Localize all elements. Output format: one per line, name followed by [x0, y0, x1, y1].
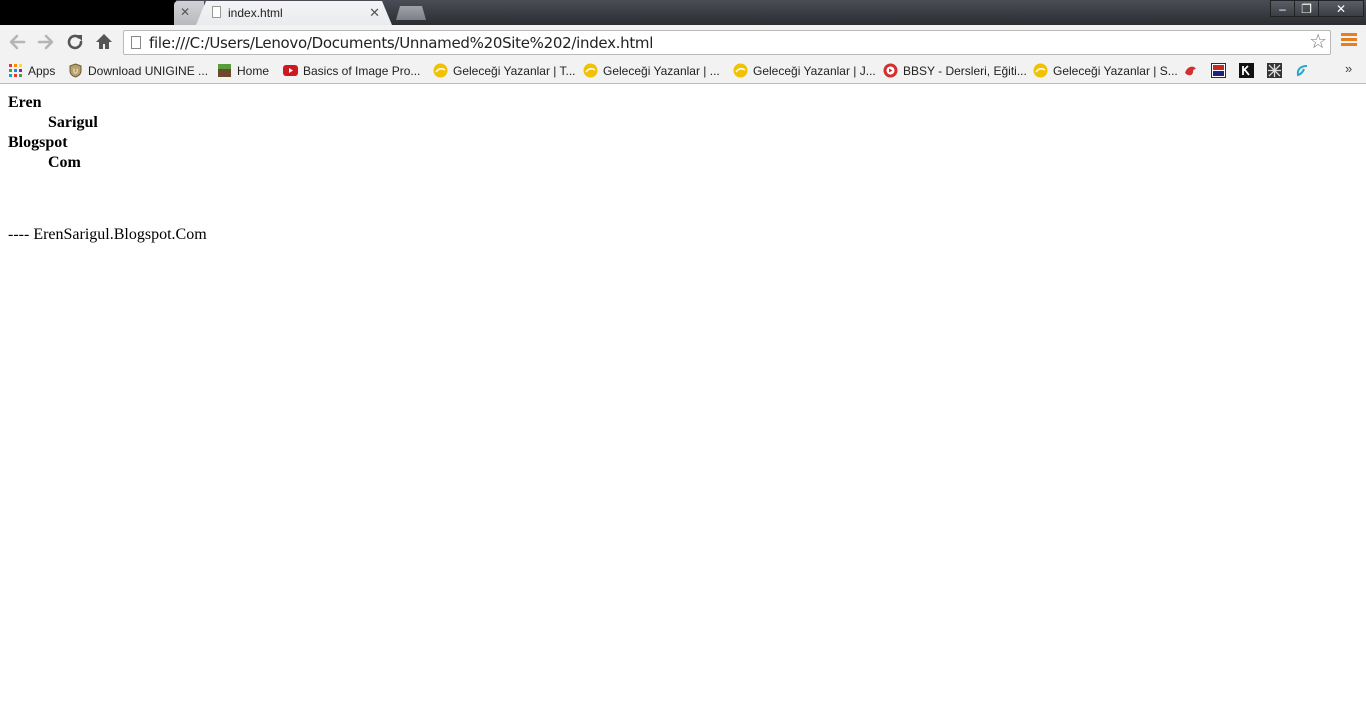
- youtube-icon: [283, 65, 298, 76]
- bookmark-unigine[interactable]: U Download UNIGINE ...: [68, 62, 210, 80]
- bookmark-icon-only-5[interactable]: [1295, 62, 1311, 80]
- tab-active[interactable]: index.html ✕: [196, 1, 392, 25]
- bookmark-label: Geleceği Yazanlar | T...: [453, 64, 576, 78]
- text-line-com: Com: [48, 154, 81, 171]
- page-icon: [131, 36, 141, 49]
- bookmark-label: Home: [237, 64, 270, 78]
- bookmark-label: Apps: [28, 64, 56, 78]
- pattern-icon: [1267, 63, 1282, 78]
- chrome-menu-icon[interactable]: [1341, 33, 1357, 49]
- bookmark-icon-only-2[interactable]: [1211, 62, 1227, 80]
- bookmark-bbsy[interactable]: BBSY - Dersleri, Eğiti...: [883, 62, 1027, 80]
- bookmarks-overflow-chevron-icon[interactable]: »: [1345, 61, 1352, 76]
- back-arrow-icon[interactable]: [6, 31, 28, 53]
- document-icon: [212, 6, 221, 18]
- blue-leaf-icon: [1296, 65, 1308, 77]
- address-bar[interactable]: file:///C:/Users/Lenovo/Documents/Unname…: [123, 30, 1331, 55]
- bookmark-apps[interactable]: Apps: [8, 62, 63, 80]
- svg-text:U: U: [73, 68, 78, 76]
- tab-close-icon[interactable]: ✕: [369, 5, 380, 21]
- title-bar-dark-area: [0, 0, 176, 25]
- bookmark-gy-3[interactable]: Geleceği Yazanlar | J...: [733, 62, 876, 80]
- tab-close-icon[interactable]: ✕: [180, 5, 190, 19]
- page-content: Eren Sarigul Blogspot Com ---- ErenSarig…: [0, 85, 1366, 726]
- bookmark-label: Geleceği Yazanlar | ...: [603, 64, 720, 78]
- bookmark-label: Geleceği Yazanlar | J...: [753, 64, 876, 78]
- toolbar: file:///C:/Users/Lenovo/Documents/Unname…: [0, 25, 1366, 59]
- restore-button[interactable]: ❐: [1294, 0, 1319, 17]
- bookmarks-bar: Apps U Download UNIGINE ... Home Basics …: [0, 59, 1366, 84]
- bookmark-label: BBSY - Dersleri, Eğiti...: [903, 64, 1027, 78]
- bookmark-label: Basics of Image Pro...: [303, 64, 421, 78]
- bookmark-home[interactable]: Home: [217, 62, 277, 80]
- bookmark-basics-image[interactable]: Basics of Image Pro...: [283, 62, 423, 80]
- tab-strip: ✕ index.html ✕ – ❐ ✕: [0, 0, 1366, 25]
- gy-icon: [583, 63, 598, 78]
- text-line-eren: Eren: [8, 94, 42, 111]
- forward-arrow-icon[interactable]: [35, 31, 57, 53]
- bookmark-gy-4[interactable]: Geleceği Yazanlar | S...: [1033, 62, 1178, 80]
- footer-text: ---- ErenSarigul.Blogspot.Com: [8, 226, 207, 243]
- bookmark-label: Download UNIGINE ...: [88, 64, 209, 78]
- minecraft-icon: [218, 64, 231, 77]
- bookmark-icon-only-1[interactable]: [1183, 62, 1199, 80]
- bbsy-icon: [883, 63, 898, 78]
- gy-icon: [433, 63, 448, 78]
- bookmark-icon-only-3[interactable]: [1239, 62, 1255, 80]
- unigine-icon: U: [69, 63, 82, 78]
- address-url[interactable]: file:///C:/Users/Lenovo/Documents/Unname…: [149, 34, 653, 52]
- bookmark-icon-only-4[interactable]: [1267, 62, 1283, 80]
- tab-title: index.html: [228, 6, 283, 20]
- bookmark-gy-2[interactable]: Geleceği Yazanlar | ...: [583, 62, 725, 80]
- red-bird-icon: [1185, 66, 1196, 76]
- bookmark-star-icon[interactable]: ☆: [1309, 32, 1327, 52]
- bookmark-gy-1[interactable]: Geleceği Yazanlar | T...: [433, 62, 576, 80]
- gy-icon: [733, 63, 748, 78]
- k-logo-icon: [1239, 63, 1254, 78]
- reload-icon[interactable]: [64, 31, 86, 53]
- new-tab-button[interactable]: [396, 6, 426, 20]
- ece-logo-icon: [1211, 63, 1226, 78]
- apps-grid-icon: [9, 64, 22, 77]
- text-line-sarigul: Sarigul: [48, 114, 98, 131]
- home-icon[interactable]: [93, 31, 115, 53]
- minimize-button[interactable]: –: [1270, 0, 1295, 17]
- gy-icon: [1033, 63, 1048, 78]
- close-window-button[interactable]: ✕: [1318, 0, 1364, 17]
- text-line-blogspot: Blogspot: [8, 134, 68, 151]
- bookmark-label: Geleceği Yazanlar | S...: [1053, 64, 1178, 78]
